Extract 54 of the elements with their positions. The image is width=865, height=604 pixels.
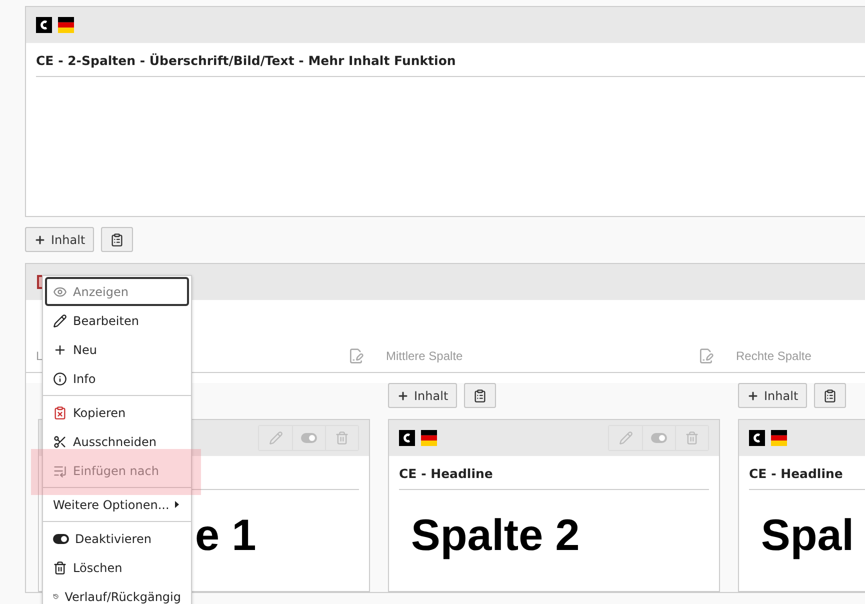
- clipboard-icon: [473, 388, 488, 402]
- menu-item[interactable]: Verlauf/Rückgängig: [45, 582, 189, 604]
- info-icon: [53, 372, 67, 386]
- content-type-icon: [36, 17, 52, 33]
- add-content-button[interactable]: Inhalt: [25, 227, 94, 252]
- element-title: CE - 2-Spalten - Überschrift/Bild/Text - Mehr Inhalt Funktion: [36, 53, 865, 77]
- edit-column-icon[interactable]: [698, 348, 714, 364]
- pencil-icon: [268, 431, 282, 445]
- menu-item[interactable]: Kopieren: [45, 398, 189, 427]
- add-content-button[interactable]: Inhalt: [388, 383, 458, 408]
- menu-item[interactable]: Info: [45, 364, 189, 393]
- column-label: L: [36, 349, 43, 363]
- german-flag-icon: [58, 17, 74, 33]
- clipboard-x-icon: [53, 406, 67, 420]
- trash-icon: [335, 431, 349, 445]
- content-type-icon: [749, 430, 765, 446]
- column-label: Mittlere Spalte: [386, 349, 463, 363]
- pencil-icon: [618, 431, 632, 445]
- pencil-icon: [53, 314, 67, 328]
- menu-item[interactable]: Neu: [45, 335, 189, 364]
- toggle-icon: [301, 433, 317, 443]
- edit-column-icon[interactable]: [348, 348, 364, 364]
- menu-item[interactable]: Bearbeiten: [45, 306, 189, 335]
- delete-button[interactable]: [325, 426, 358, 450]
- german-flag-icon: [421, 430, 437, 446]
- paste-button[interactable]: [464, 383, 496, 408]
- delete-button[interactable]: [675, 426, 708, 450]
- eye-icon: [53, 284, 67, 298]
- paste-button[interactable]: [101, 227, 134, 252]
- plus-icon: [53, 342, 67, 356]
- trash-icon: [53, 560, 67, 574]
- add-content-button[interactable]: Inhalt: [738, 383, 808, 408]
- trash-icon: [685, 431, 699, 445]
- toggle-icon: [651, 433, 667, 443]
- paste-button[interactable]: [814, 383, 846, 408]
- clipboard-icon: [110, 232, 124, 246]
- scissors-icon: [53, 434, 67, 448]
- submenu-caret-icon: [175, 501, 180, 508]
- headline-text: Spalte 2: [411, 512, 580, 560]
- plus-icon: [34, 234, 46, 246]
- headline-text: Spal: [761, 512, 854, 560]
- clipboard-icon: [823, 388, 838, 402]
- plus-icon: [747, 390, 759, 402]
- headline-text: e 1: [195, 512, 256, 560]
- column-label: Rechte Spalte: [736, 349, 812, 363]
- list-insert-icon: [53, 464, 67, 478]
- toggle-icon: [53, 534, 69, 544]
- element-title: CE - Headline: [749, 466, 865, 490]
- element-title: CE - Headline: [399, 466, 709, 490]
- plus-icon: [397, 390, 409, 402]
- german-flag-icon: [771, 430, 787, 446]
- content-type-icon: [399, 430, 415, 446]
- menu-item[interactable]: Löschen: [45, 553, 189, 582]
- menu-item[interactable]: Deaktivieren: [45, 524, 189, 553]
